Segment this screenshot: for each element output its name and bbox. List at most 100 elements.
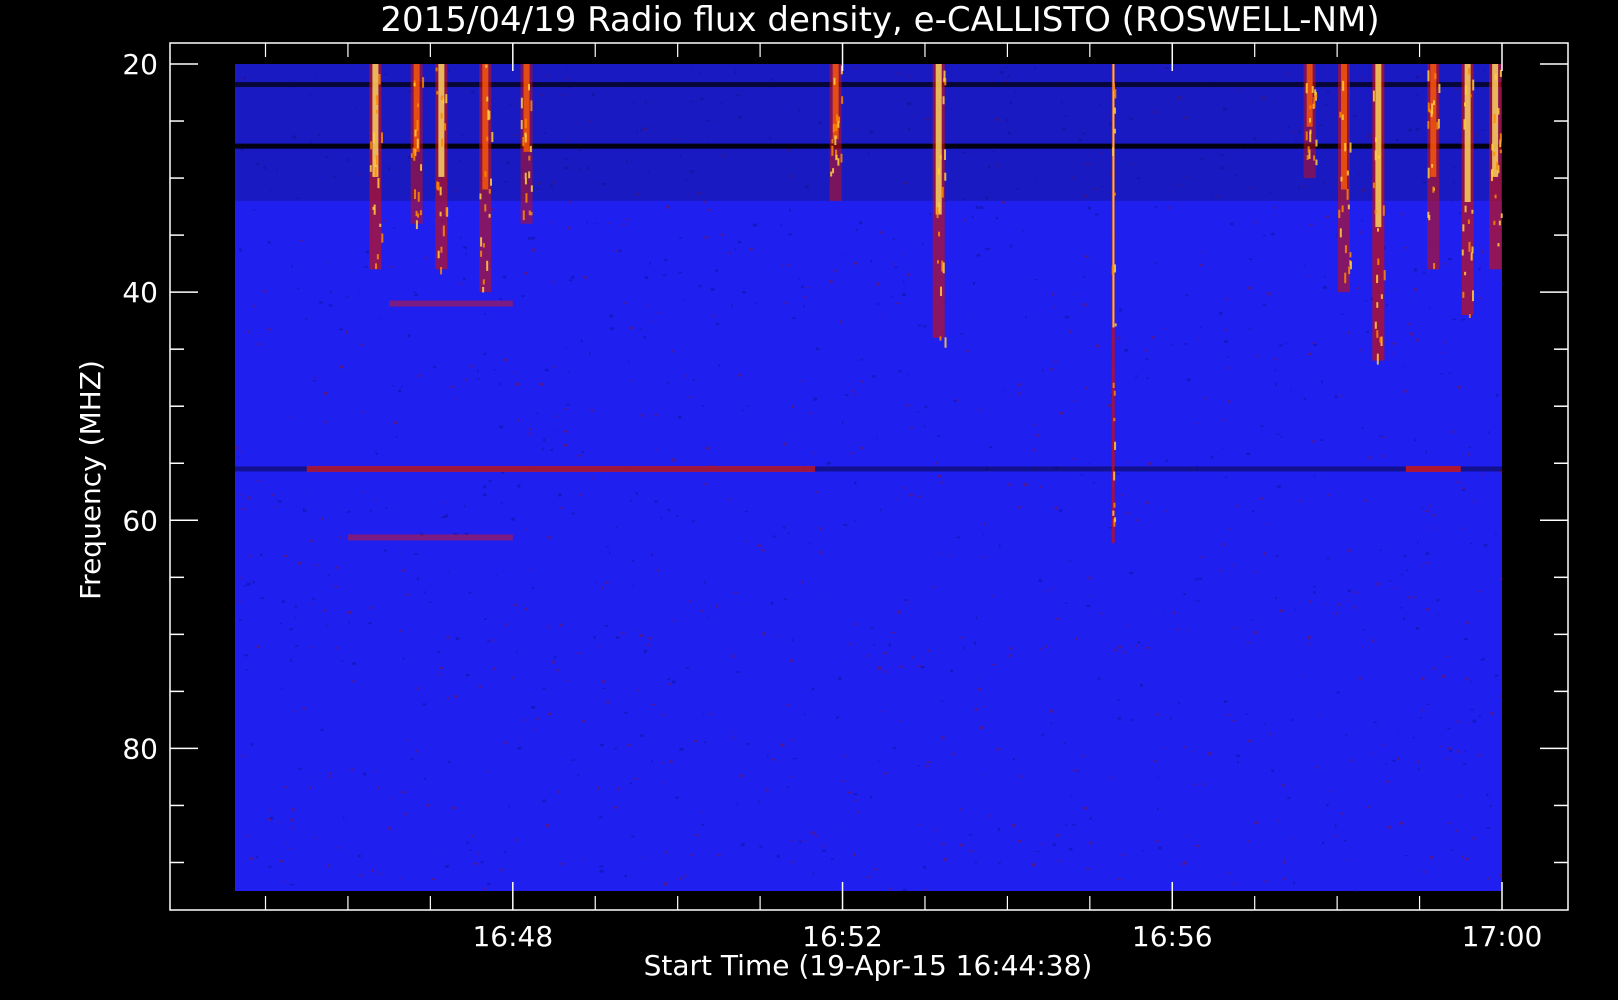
noise-speck <box>1196 464 1198 467</box>
noise-speck <box>934 828 937 831</box>
noise-speck <box>563 430 568 433</box>
noise-speck <box>291 827 293 830</box>
noise-speck <box>860 446 864 450</box>
noise-speck <box>1146 647 1150 649</box>
noise-speck <box>1135 645 1137 647</box>
noise-speck <box>1345 815 1347 817</box>
noise-speck <box>1403 367 1406 369</box>
noise-speck <box>615 249 618 252</box>
burst-streak <box>416 138 419 149</box>
noise-speck <box>345 296 349 298</box>
noise-speck <box>1027 812 1029 815</box>
noise-speck <box>1148 462 1152 466</box>
noise-speck <box>1354 591 1358 594</box>
noise-speck <box>1429 855 1433 859</box>
noise-speck <box>789 659 793 663</box>
noise-speck <box>966 349 969 353</box>
noise-speck <box>1051 588 1054 590</box>
noise-speck <box>1164 747 1166 750</box>
noise-speck <box>634 777 639 780</box>
noise-speck <box>431 878 436 881</box>
noise-speck <box>1447 728 1451 730</box>
noise-speck <box>1478 267 1481 271</box>
burst-streak <box>939 154 942 160</box>
noise-speck <box>547 626 550 628</box>
noise-speck <box>1224 340 1229 343</box>
noise-speck <box>1235 505 1239 507</box>
noise-speck <box>1434 526 1436 530</box>
noise-speck <box>932 586 935 588</box>
noise-speck <box>982 705 985 708</box>
burst-streak <box>1349 142 1352 153</box>
noise-speck <box>959 843 963 847</box>
noise-speck <box>1389 580 1392 582</box>
noise-speck <box>517 484 521 488</box>
noise-speck <box>1393 587 1397 589</box>
noise-speck <box>1339 395 1342 397</box>
noise-speck <box>1386 780 1390 783</box>
noise-speck <box>241 508 245 510</box>
noise-speck <box>855 623 859 626</box>
emission-line <box>347 534 513 541</box>
noise-speck <box>976 253 981 257</box>
noise-speck <box>1069 559 1071 562</box>
burst-streak <box>413 82 416 87</box>
noise-speck <box>1208 752 1212 756</box>
noise-speck <box>1439 745 1442 748</box>
noise-speck <box>1064 742 1066 744</box>
noise-speck <box>326 624 328 627</box>
noise-speck <box>319 301 323 304</box>
noise-speck <box>771 758 776 761</box>
noise-speck <box>1223 700 1227 703</box>
noise-speck <box>1247 840 1250 843</box>
noise-speck <box>542 799 546 802</box>
noise-speck <box>1366 330 1369 333</box>
noise-speck <box>678 237 682 239</box>
burst-streak <box>831 139 834 144</box>
noise-speck <box>738 374 743 377</box>
noise-speck <box>667 509 671 512</box>
noise-speck <box>387 827 392 830</box>
burst-streak <box>1464 271 1467 276</box>
noise-speck <box>557 790 561 794</box>
noise-speck <box>662 274 667 276</box>
noise-speck <box>580 339 583 343</box>
noise-speck <box>1456 481 1461 484</box>
noise-speck <box>521 295 525 297</box>
noise-speck <box>558 493 562 497</box>
noise-speck <box>1036 434 1039 437</box>
noise-speck <box>893 263 895 266</box>
noise-speck <box>1403 389 1407 393</box>
noise-speck <box>1198 337 1200 340</box>
burst-streak <box>1433 100 1436 105</box>
noise-speck <box>256 480 261 482</box>
noise-speck <box>688 395 692 398</box>
noise-speck <box>328 574 330 576</box>
noise-speck <box>328 304 333 307</box>
noise-speck <box>405 593 409 596</box>
noise-speck <box>874 868 878 871</box>
burst-streak <box>936 260 939 264</box>
noise-speck <box>814 452 816 455</box>
noise-speck <box>357 854 361 858</box>
burst-column <box>410 64 425 230</box>
noise-speck <box>414 553 418 555</box>
noise-speck <box>508 805 510 809</box>
burst-streak <box>1342 80 1345 91</box>
noise-speck <box>626 218 629 221</box>
noise-speck <box>811 687 815 691</box>
noise-speck <box>1108 527 1113 529</box>
noise-speck <box>943 858 947 862</box>
noise-speck <box>1403 555 1407 558</box>
noise-speck <box>241 754 245 757</box>
noise-speck <box>308 775 310 777</box>
noise-speck <box>979 206 984 209</box>
burst-core <box>1430 64 1437 177</box>
noise-speck <box>1291 719 1295 721</box>
noise-speck <box>1183 593 1186 596</box>
burst-streak <box>1374 209 1377 214</box>
noise-speck <box>1277 433 1280 436</box>
noise-speck <box>1195 844 1200 847</box>
noise-speck <box>407 334 411 338</box>
noise-speck <box>1041 733 1044 736</box>
